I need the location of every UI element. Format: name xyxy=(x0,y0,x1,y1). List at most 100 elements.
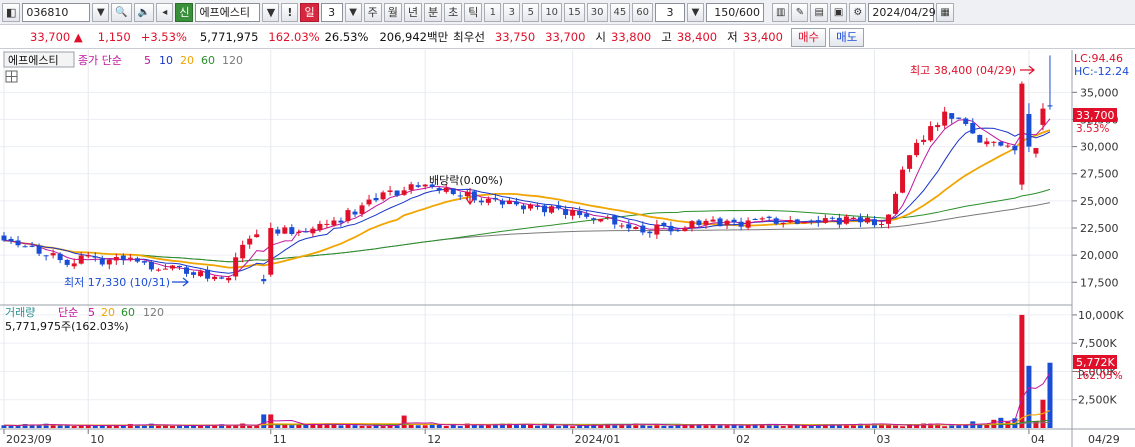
volume-bar xyxy=(415,425,421,428)
sell-button[interactable]: 매도 xyxy=(829,27,865,47)
search-icon[interactable]: 🔍 xyxy=(111,2,132,22)
date-input[interactable]: 2024/04/29 xyxy=(868,2,936,22)
time-axis-label: 10 xyxy=(90,433,104,446)
candle-body xyxy=(352,211,358,215)
stock-chart[interactable]: 35,00032,50030,00027,50025,00022,50020,0… xyxy=(0,50,1135,447)
candle-body xyxy=(949,113,955,119)
minute-15-label: 15 xyxy=(568,6,581,18)
candle-body xyxy=(155,269,161,271)
minute-1-button[interactable]: 1 xyxy=(484,2,502,22)
candle-body xyxy=(1005,145,1011,147)
candle-body xyxy=(850,217,856,219)
speaker-icon[interactable]: 🔈 xyxy=(133,2,155,22)
minute-45-button[interactable]: 45 xyxy=(609,2,631,22)
gear-icon[interactable]: ⚙ xyxy=(849,2,867,22)
candle-body xyxy=(22,246,28,248)
price-tick-label: 17,500 xyxy=(1080,276,1119,289)
indicator-icon[interactable]: ▤ xyxy=(810,2,828,22)
candle-body xyxy=(506,200,512,205)
stock-code-input[interactable]: 036810 xyxy=(22,2,91,22)
window-menu-icon[interactable]: ◧ xyxy=(2,2,21,22)
volume-bar xyxy=(50,425,56,428)
minute-30-button[interactable]: 30 xyxy=(586,2,608,22)
current-volume-tag: 5,772K xyxy=(1076,356,1115,369)
current-pct-tag: 3.53% xyxy=(1076,123,1109,135)
time-axis-label: 2024/01 xyxy=(575,433,621,446)
volume-bar xyxy=(492,425,498,428)
tick-count-dropdown-icon[interactable]: ▼ xyxy=(686,2,704,22)
candle-body xyxy=(29,245,35,247)
volume-bar xyxy=(668,425,674,428)
drawing-tools-icon[interactable]: ✎ xyxy=(791,2,809,22)
save-icon[interactable]: ▣ xyxy=(829,2,848,22)
minute-3-button[interactable]: 3 xyxy=(503,2,521,22)
time-axis-label: 12 xyxy=(427,433,441,446)
period-tick-label: 틱 xyxy=(468,6,479,19)
volume-bar xyxy=(738,425,744,428)
minute-60-label: 60 xyxy=(636,6,649,18)
calendar-icon[interactable]: ▦ xyxy=(936,2,954,22)
previous-stock-icon[interactable]: ◂ xyxy=(156,2,174,22)
candle-body xyxy=(815,220,821,223)
volume-bar xyxy=(457,426,463,428)
period-tick-button[interactable]: 틱 xyxy=(464,2,483,22)
volume-bar xyxy=(359,425,365,428)
best-ask-price: 33,750 xyxy=(494,30,536,44)
candle-body xyxy=(450,188,456,195)
candle-body xyxy=(422,184,428,187)
minute-15-button[interactable]: 15 xyxy=(564,2,585,22)
period-minute-button[interactable]: 분 xyxy=(423,2,443,22)
candle-body xyxy=(766,216,772,218)
candle-body xyxy=(443,187,449,192)
volume-bar xyxy=(443,425,449,428)
price-legend-name: 에프에스티 xyxy=(8,54,59,67)
period-weekly-button[interactable]: 주 xyxy=(363,2,382,22)
candle-body xyxy=(984,141,990,145)
minute-45-label: 45 xyxy=(613,6,627,18)
candle-body xyxy=(900,169,906,193)
bar-count-value: 150/600 xyxy=(714,5,760,19)
day-count-input[interactable]: 3 xyxy=(320,2,343,22)
candle-body xyxy=(864,217,870,223)
name-dropdown-icon[interactable]: ▼ xyxy=(262,2,280,22)
code-dropdown-icon[interactable]: ▼ xyxy=(92,2,110,22)
candle-body xyxy=(696,220,702,226)
bar-count-input[interactable]: 150/600 xyxy=(705,2,764,22)
period-second-button[interactable]: 초 xyxy=(444,2,463,22)
volume-bar xyxy=(261,414,267,428)
period-monthly-button[interactable]: 월 xyxy=(383,2,402,22)
price-tick-label: 22,500 xyxy=(1080,222,1119,235)
candle-body xyxy=(141,261,147,263)
volume-bar xyxy=(696,425,702,428)
volume-bar xyxy=(647,425,653,428)
time-axis-label: 04 xyxy=(1031,433,1045,446)
minute-10-button[interactable]: 10 xyxy=(541,2,563,22)
volume-bar xyxy=(422,425,428,428)
candle-body xyxy=(991,141,997,143)
period-daily-label: 일 xyxy=(304,6,315,19)
candle-body xyxy=(563,208,569,215)
period-yearly-button[interactable]: 년 xyxy=(403,2,422,22)
candle-body xyxy=(177,265,182,267)
day-count-dropdown-icon[interactable]: ▼ xyxy=(344,2,362,22)
buy-button[interactable]: 매수 xyxy=(790,27,827,47)
price-legend-ma120: 120 xyxy=(222,54,243,67)
candle-body xyxy=(843,216,849,224)
alert-button[interactable]: ! xyxy=(281,2,299,22)
minute-5-button[interactable]: 5 xyxy=(522,2,540,22)
volume-bar xyxy=(317,424,323,428)
candle-body xyxy=(148,261,154,270)
minute-60-button[interactable]: 60 xyxy=(632,2,653,22)
tick-count-input[interactable]: 3 xyxy=(654,2,685,22)
candle-body xyxy=(471,191,477,201)
candle-body xyxy=(324,223,330,225)
volume-bar xyxy=(773,425,779,428)
turnover-rate: 26.53% xyxy=(324,30,369,44)
candle-settings-icon[interactable]: ▥ xyxy=(771,2,790,22)
period-daily-button[interactable]: 일 xyxy=(300,2,319,22)
stock-name-field[interactable]: 에프에스티 xyxy=(195,2,261,22)
candle-body xyxy=(394,190,400,196)
candle-body xyxy=(78,255,84,264)
candle-body xyxy=(134,258,140,262)
time-axis-label: 03 xyxy=(876,433,890,446)
